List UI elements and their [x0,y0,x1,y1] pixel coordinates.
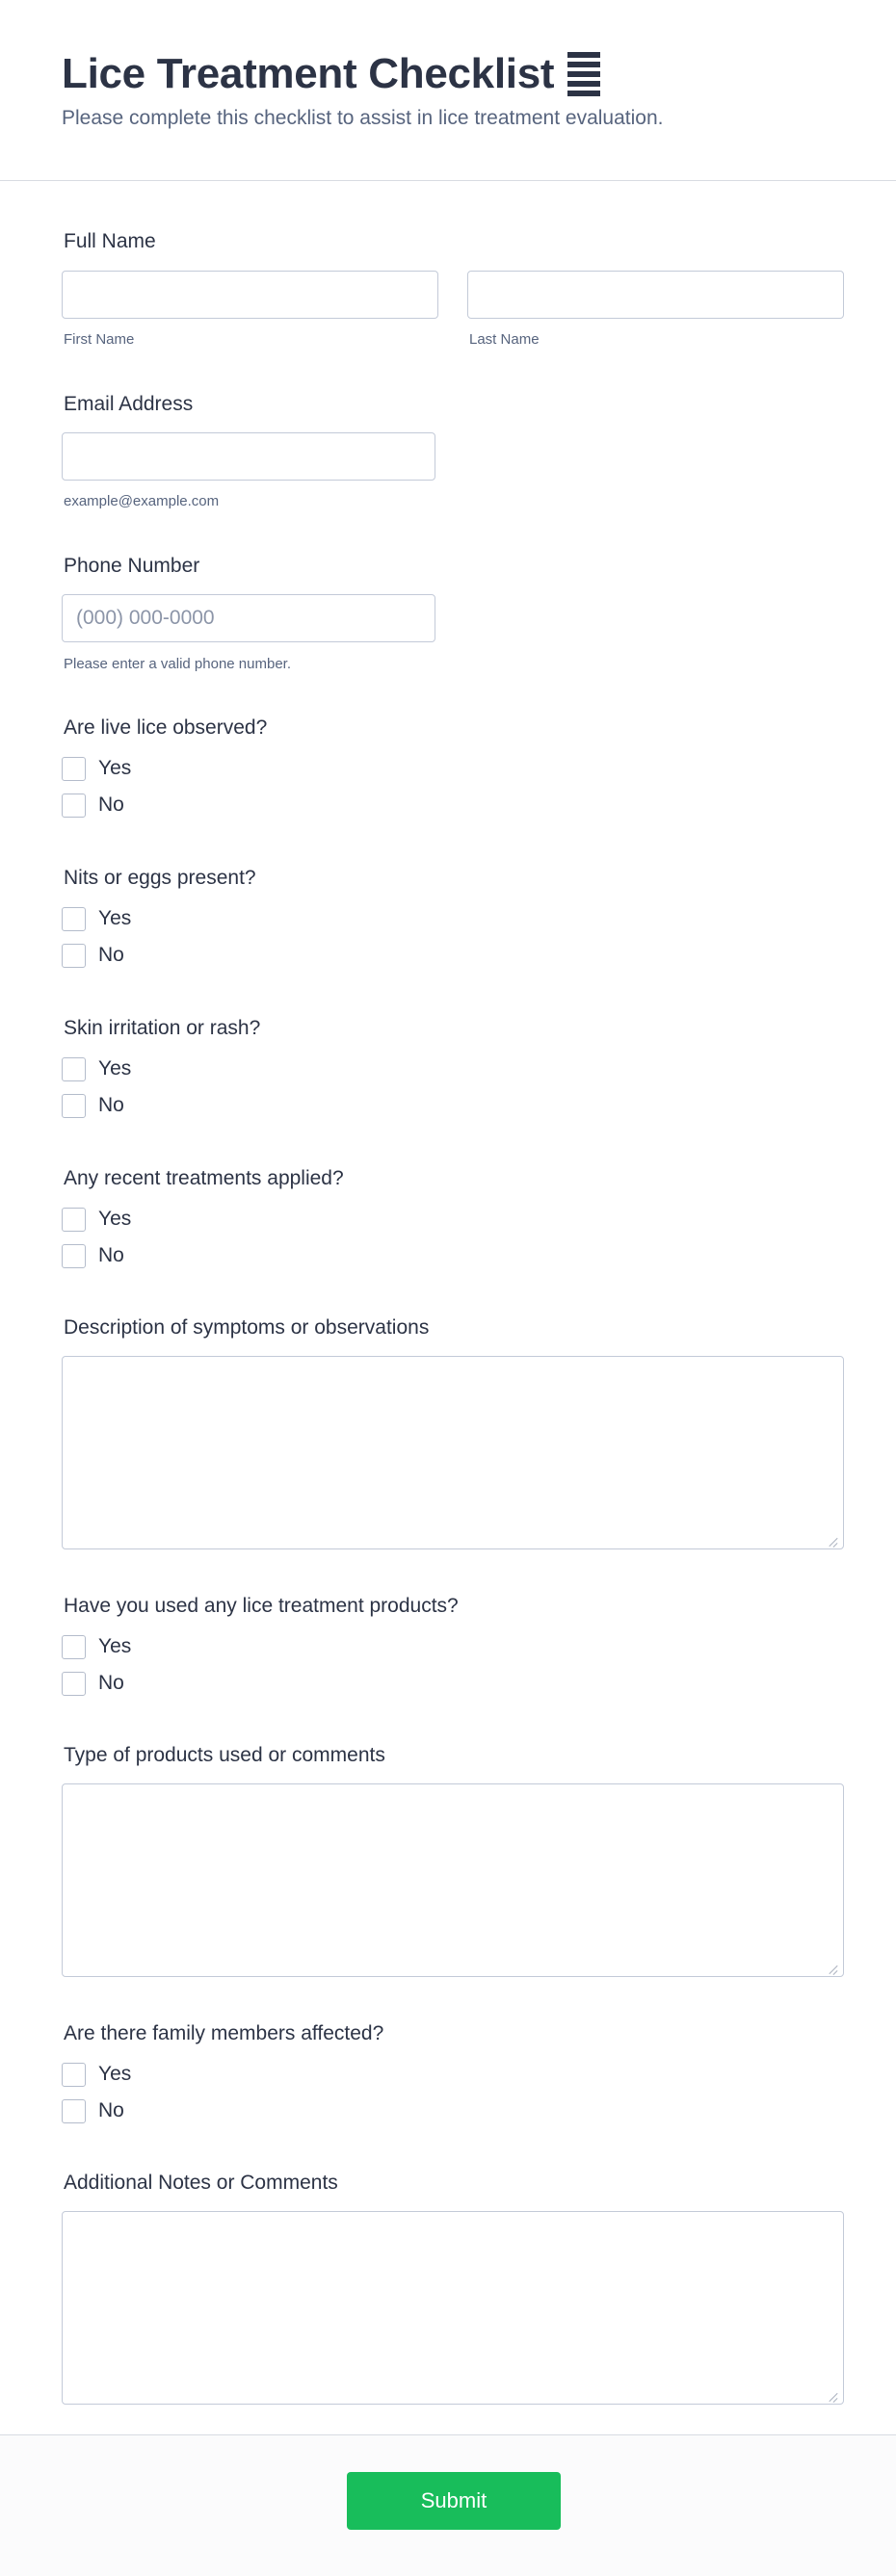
products-comments-textarea[interactable] [62,1783,844,1977]
question-live-lice-label: Are live lice observed? [64,716,268,739]
question-treatment-products-label: Have you used any lice treatment product… [64,1595,459,1617]
list-lines-icon [567,52,601,96]
recent-treatments-no-checkbox[interactable] [62,1243,86,1268]
question-recent-treatments-label: Any recent treatments applied? [64,1167,344,1189]
skin-irritation-no-checkbox[interactable] [62,1093,86,1118]
last-name-input[interactable] [467,271,844,319]
option-label: No [98,794,124,816]
option-label: Yes [98,757,132,779]
first-name-sublabel: First Name [64,331,135,348]
form-footer: Submit [0,2434,896,2576]
additional-notes-label: Additional Notes or Comments [64,2172,338,2194]
skin-irritation-yes-checkbox[interactable] [62,1056,86,1081]
nits-no-option[interactable]: No [62,943,124,968]
option-label: No [98,2099,124,2121]
treatment-products-yes-checkbox[interactable] [62,1634,86,1659]
option-label: Yes [98,1057,132,1080]
treatment-products-no-option[interactable]: No [62,1671,124,1696]
email-input[interactable] [62,432,435,481]
title-row: Lice Treatment Checklist [62,48,601,100]
live-lice-yes-option[interactable]: Yes [62,756,131,781]
full-name-label: Full Name [64,230,156,252]
additional-notes-textarea[interactable] [62,2211,844,2405]
phone-input[interactable] [62,594,435,642]
products-comments-label: Type of products used or comments [64,1744,385,1766]
recent-treatments-no-option[interactable]: No [62,1243,124,1268]
live-lice-no-option[interactable]: No [62,793,124,818]
recent-treatments-yes-option[interactable]: Yes [62,1207,131,1232]
live-lice-no-checkbox[interactable] [62,793,86,818]
form-header: Lice Treatment Checklist Please complete… [0,0,896,181]
treatment-products-yes-option[interactable]: Yes [62,1634,131,1659]
nits-no-checkbox[interactable] [62,943,86,968]
family-members-yes-checkbox[interactable] [62,2062,86,2087]
nits-yes-option[interactable]: Yes [62,906,131,931]
last-name-sublabel: Last Name [469,331,540,348]
nits-yes-checkbox[interactable] [62,906,86,931]
symptoms-description-textarea[interactable] [62,1356,844,1549]
email-sublabel: example@example.com [64,493,220,509]
option-label: No [98,1094,124,1116]
option-label: Yes [98,1208,132,1230]
form-subtitle: Please complete this checklist to assist… [62,107,664,129]
option-label: No [98,1244,124,1266]
submit-button[interactable]: Submit [347,2472,561,2530]
skin-irritation-no-option[interactable]: No [62,1093,124,1118]
option-label: Yes [98,1635,132,1657]
email-label: Email Address [64,393,194,415]
form-title: Lice Treatment Checklist [62,50,555,97]
question-nits-label: Nits or eggs present? [64,867,256,889]
first-name-input[interactable] [62,271,438,319]
option-label: Yes [98,2063,132,2085]
live-lice-yes-checkbox[interactable] [62,756,86,781]
option-label: Yes [98,907,132,929]
phone-label: Phone Number [64,555,200,577]
family-members-yes-option[interactable]: Yes [62,2062,131,2087]
question-family-members-label: Are there family members affected? [64,2022,384,2044]
skin-irritation-yes-option[interactable]: Yes [62,1056,131,1081]
recent-treatments-yes-checkbox[interactable] [62,1207,86,1232]
treatment-products-no-checkbox[interactable] [62,1671,86,1696]
family-members-no-option[interactable]: No [62,2098,124,2123]
phone-sublabel: Please enter a valid phone number. [64,656,291,672]
family-members-no-checkbox[interactable] [62,2098,86,2123]
option-label: No [98,944,124,966]
symptoms-description-label: Description of symptoms or observations [64,1316,430,1339]
option-label: No [98,1672,124,1694]
question-skin-irritation-label: Skin irritation or rash? [64,1017,261,1039]
